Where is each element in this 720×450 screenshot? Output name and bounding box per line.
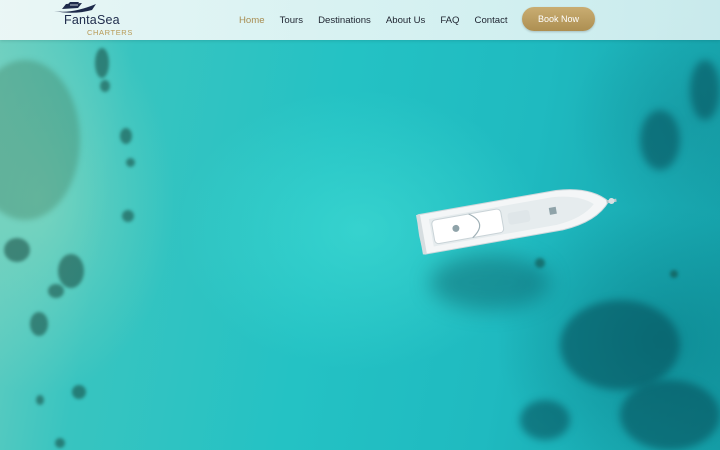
nav-tours[interactable]: Tours [280, 15, 303, 26]
reef-patch [0, 60, 80, 220]
brand-tagline: CHARTERS [87, 28, 133, 37]
reef-patch [95, 48, 109, 78]
reef-patch [520, 400, 570, 440]
reef-patch [58, 254, 84, 288]
reef-patch [4, 238, 30, 262]
reef-patch [120, 128, 132, 144]
main-nav: Home Tours Destinations About Us FAQ Con… [239, 0, 508, 40]
nav-contact[interactable]: Contact [475, 15, 508, 26]
nav-home[interactable]: Home [239, 15, 265, 26]
reef-patch [690, 60, 720, 120]
reef-patch [640, 110, 680, 170]
reef-patch [122, 210, 134, 222]
reef-patch [30, 312, 48, 336]
reef-patch [100, 80, 110, 92]
reef-patch [55, 438, 65, 448]
book-now-button[interactable]: Book Now [522, 7, 595, 31]
reef-patch [560, 300, 680, 390]
reef-patch [36, 395, 44, 405]
yacht-image [410, 168, 620, 268]
reef-patch [126, 158, 135, 167]
nav-destinations[interactable]: Destinations [318, 15, 371, 26]
reef-patch [48, 284, 64, 298]
hero-image [0, 0, 720, 450]
reef-patch [72, 385, 86, 399]
reef-patch [670, 270, 678, 278]
nav-about-us[interactable]: About Us [386, 15, 425, 26]
brand-logo[interactable]: FantaSea CHARTERS [50, 1, 133, 38]
brand-name: FantaSea [64, 13, 120, 27]
reef-patch [620, 380, 720, 450]
site-header: FantaSea CHARTERS Home Tours Destination… [0, 0, 720, 40]
nav-faq[interactable]: FAQ [440, 15, 459, 26]
